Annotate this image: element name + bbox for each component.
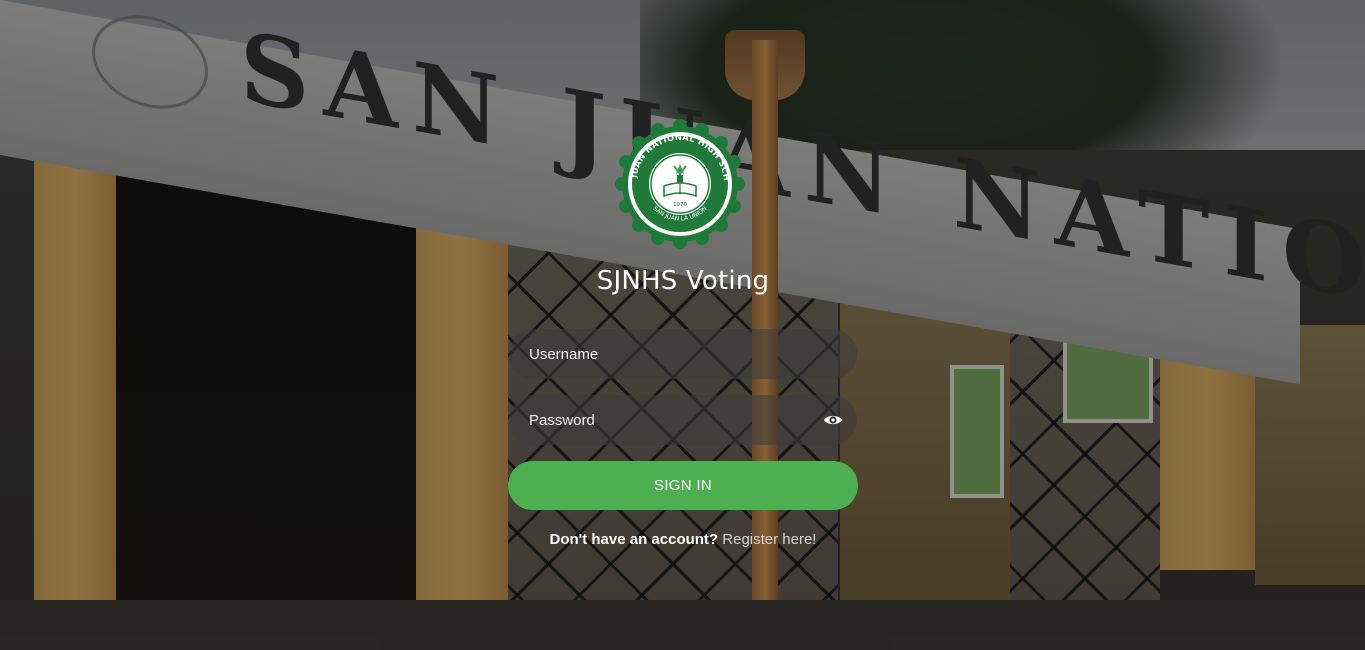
logo-center-text: 1970 — [673, 202, 687, 208]
register-prompt-line: Don't have an account? Register here! — [483, 531, 883, 548]
app-title: SJNHS Voting — [596, 266, 770, 296]
register-prompt-text: Don't have an account? — [549, 531, 719, 548]
school-logo: SAN JUAN NATIONAL HIGH SCHOOL SAN JUAN L… — [614, 118, 745, 249]
register-link[interactable]: Register here! — [722, 531, 816, 548]
password-field-wrapper — [509, 395, 857, 445]
sign-in-button[interactable]: SIGN IN — [508, 461, 858, 510]
eye-icon[interactable] — [823, 411, 843, 429]
logo-badge: SAN JUAN NATIONAL HIGH SCHOOL SAN JUAN L… — [614, 118, 745, 249]
background-photo: SAN JUAN NATIONAL HIGH SCHOOL — [0, 0, 1365, 650]
username-field-wrapper — [509, 329, 857, 379]
password-input[interactable] — [509, 395, 857, 445]
username-input[interactable] — [509, 329, 857, 379]
background-overlay — [0, 0, 1365, 650]
